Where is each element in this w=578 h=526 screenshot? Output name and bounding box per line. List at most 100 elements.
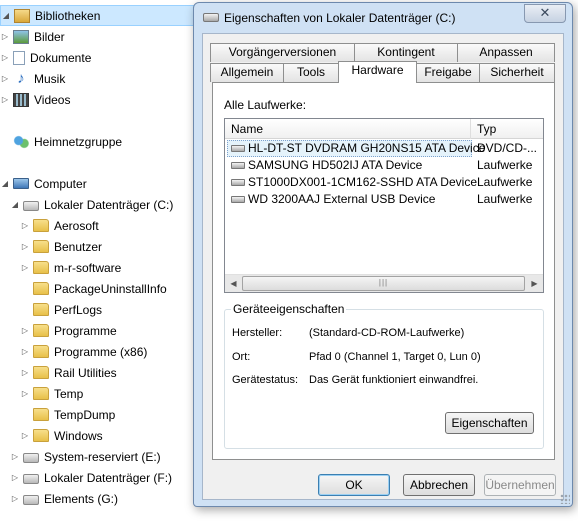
nav-item-label: Bibliotheken <box>35 8 101 23</box>
nav-item-bilder[interactable]: ▷ Bilder <box>0 26 65 47</box>
cancel-button[interactable]: Abbrechen <box>403 474 475 496</box>
tab-hardware[interactable]: Hardware <box>338 61 417 83</box>
group-legend: Geräteeigenschaften <box>231 302 347 316</box>
nav-item-label: Bilder <box>34 29 65 44</box>
column-divider[interactable] <box>470 119 471 139</box>
nav-item-computer[interactable]: ◢ Computer <box>0 173 87 194</box>
collapse-arrow-icon[interactable]: ◢ <box>10 200 20 209</box>
scroll-right-icon[interactable]: ▶ <box>526 275 543 292</box>
ok-button[interactable]: OK <box>318 474 390 496</box>
hardware-tab-panel: Alle Laufwerke: Name Typ HL-DT-ST DVDRAM… <box>212 82 555 460</box>
nav-item-drive-g[interactable]: ▷ Elements (G:) <box>10 488 118 509</box>
nav-item-label: Musik <box>34 71 66 86</box>
device-row[interactable]: WD 3200AAJ External USB Device Laufwerke <box>225 191 543 208</box>
column-header-type[interactable]: Typ <box>477 122 496 136</box>
tab-anpassen[interactable]: Anpassen <box>457 43 555 62</box>
library-icon <box>14 8 30 23</box>
folder-icon <box>33 240 49 253</box>
hard-disk-icon <box>231 196 245 203</box>
device-row[interactable]: HL-DT-ST DVDRAM GH20NS15 ATA Device DVD/… <box>225 140 543 157</box>
nav-item-label: Videos <box>34 92 71 107</box>
expand-arrow-icon[interactable]: ▷ <box>20 326 30 335</box>
nav-folder-item[interactable]: ▷ Windows <box>20 425 103 446</box>
location-label: Ort: <box>232 351 251 363</box>
device-status-value: Das Gerät funktioniert einwandfrei. <box>309 374 479 386</box>
nav-item-homegroup[interactable]: Heimnetzgruppe <box>0 131 122 152</box>
tab-freigabe[interactable]: Freigabe <box>416 63 480 82</box>
nav-item-videos[interactable]: ▷ Videos <box>0 89 70 110</box>
expand-arrow-icon[interactable]: ▷ <box>0 53 10 62</box>
expand-arrow-icon[interactable]: ▷ <box>20 221 30 230</box>
nav-folder-item[interactable]: PackageUninstallInfo <box>20 278 167 299</box>
nav-folder-item[interactable]: ▷ Aerosoft <box>20 215 99 236</box>
nav-item-musik[interactable]: ▷ ♪ Musik <box>0 68 65 89</box>
horizontal-scrollbar[interactable]: ◀ ||| ▶ <box>225 274 543 292</box>
scrollbar-thumb[interactable]: ||| <box>242 276 525 291</box>
dialog-title: Eigenschaften von Lokaler Datenträger (C… <box>224 11 456 25</box>
device-row[interactable]: ST1000DX001-1CM162-SSHD ATA Device Laufw… <box>225 174 543 191</box>
nav-folder-item[interactable]: PerfLogs <box>20 299 102 320</box>
device-name: HL-DT-ST DVDRAM GH20NS15 ATA Device <box>248 141 486 155</box>
expand-arrow-icon[interactable]: ▷ <box>10 494 20 503</box>
nav-folder-item[interactable]: ▷ Programme <box>20 320 117 341</box>
device-properties-group: Geräteeigenschaften Hersteller: (Standar… <box>224 302 544 449</box>
collapse-arrow-icon[interactable]: ◢ <box>1 11 11 20</box>
nav-item-label: Programme <box>54 323 117 338</box>
tab-vorgaengerversionen[interactable]: Vorgängerversionen <box>210 43 355 62</box>
expand-arrow-icon[interactable]: ▷ <box>20 389 30 398</box>
expand-arrow-icon[interactable]: ▷ <box>20 347 30 356</box>
drive-icon <box>23 201 39 211</box>
nav-folder-item[interactable]: ▷ m-r-software <box>20 257 121 278</box>
optical-drive-icon <box>231 145 245 152</box>
documents-icon <box>13 50 25 65</box>
scroll-left-icon[interactable]: ◀ <box>225 275 242 292</box>
device-name: ST1000DX001-1CM162-SSHD ATA Device <box>248 175 477 189</box>
nav-item-label: Lokaler Datenträger (F:) <box>44 470 173 485</box>
nav-folder-item[interactable]: ▷ Temp <box>20 383 83 404</box>
expand-arrow-icon[interactable]: ▷ <box>10 452 20 461</box>
tab-tools[interactable]: Tools <box>283 63 339 82</box>
expand-arrow-icon[interactable]: ▷ <box>0 32 10 41</box>
expand-arrow-icon[interactable]: ▷ <box>20 263 30 272</box>
nav-folder-item[interactable]: ▷ Rail Utilities <box>20 362 117 383</box>
folder-icon <box>33 387 49 400</box>
device-row[interactable]: SAMSUNG HD502IJ ATA Device Laufwerke <box>225 157 543 174</box>
folder-icon <box>33 366 49 379</box>
nav-item-drive-f[interactable]: ▷ Lokaler Datenträger (F:) <box>10 467 172 488</box>
manufacturer-label: Hersteller: <box>232 327 283 339</box>
device-properties-button[interactable]: Eigenschaften <box>445 412 534 434</box>
location-value: Pfad 0 (Channel 1, Target 0, Lun 0) <box>309 351 481 363</box>
device-list[interactable]: Name Typ HL-DT-ST DVDRAM GH20NS15 ATA De… <box>224 118 544 293</box>
resize-grip[interactable] <box>560 494 570 504</box>
expand-arrow-icon[interactable]: ▷ <box>0 74 10 83</box>
close-button[interactable]: ✕ <box>524 4 566 23</box>
nav-folder-item[interactable]: ▷ Benutzer <box>20 236 102 257</box>
homegroup-icon <box>13 134 29 149</box>
nav-folder-item[interactable]: ▷ Programme (x86) <box>20 341 147 362</box>
expand-arrow-icon[interactable]: ▷ <box>10 473 20 482</box>
nav-folder-item[interactable]: TempDump <box>20 404 115 425</box>
expand-arrow-icon[interactable]: ▷ <box>0 95 10 104</box>
expand-arrow-icon[interactable]: ▷ <box>20 431 30 440</box>
column-header-name[interactable]: Name <box>231 122 263 136</box>
tab-allgemein[interactable]: Allgemein <box>210 63 284 82</box>
expand-arrow-icon[interactable]: ▷ <box>20 368 30 377</box>
collapse-arrow-icon[interactable]: ◢ <box>0 179 10 188</box>
device-name: SAMSUNG HD502IJ ATA Device <box>248 158 423 172</box>
nav-item-label: Dokumente <box>30 50 92 65</box>
hard-disk-icon <box>231 179 245 186</box>
tab-kontingent[interactable]: Kontingent <box>354 43 458 62</box>
nav-item-drive-e[interactable]: ▷ System-reserviert (E:) <box>10 446 161 467</box>
device-type: Laufwerke <box>477 158 533 172</box>
nav-item-label: PackageUninstallInfo <box>54 281 167 296</box>
expand-arrow-icon[interactable]: ▷ <box>20 242 30 251</box>
tab-sicherheit[interactable]: Sicherheit <box>479 63 555 82</box>
nav-item-drive-c[interactable]: ◢ Lokaler Datenträger (C:) <box>10 194 173 215</box>
nav-item-label: Heimnetzgruppe <box>34 134 123 149</box>
nav-item-dokumente[interactable]: ▷ Dokumente <box>0 47 91 68</box>
nav-item-label: Benutzer <box>54 239 103 254</box>
drive-icon <box>203 13 219 22</box>
computer-icon <box>13 178 29 189</box>
dialog-titlebar[interactable]: Eigenschaften von Lokaler Datenträger (C… <box>194 3 572 33</box>
nav-item-label: System-reserviert (E:) <box>44 449 161 464</box>
